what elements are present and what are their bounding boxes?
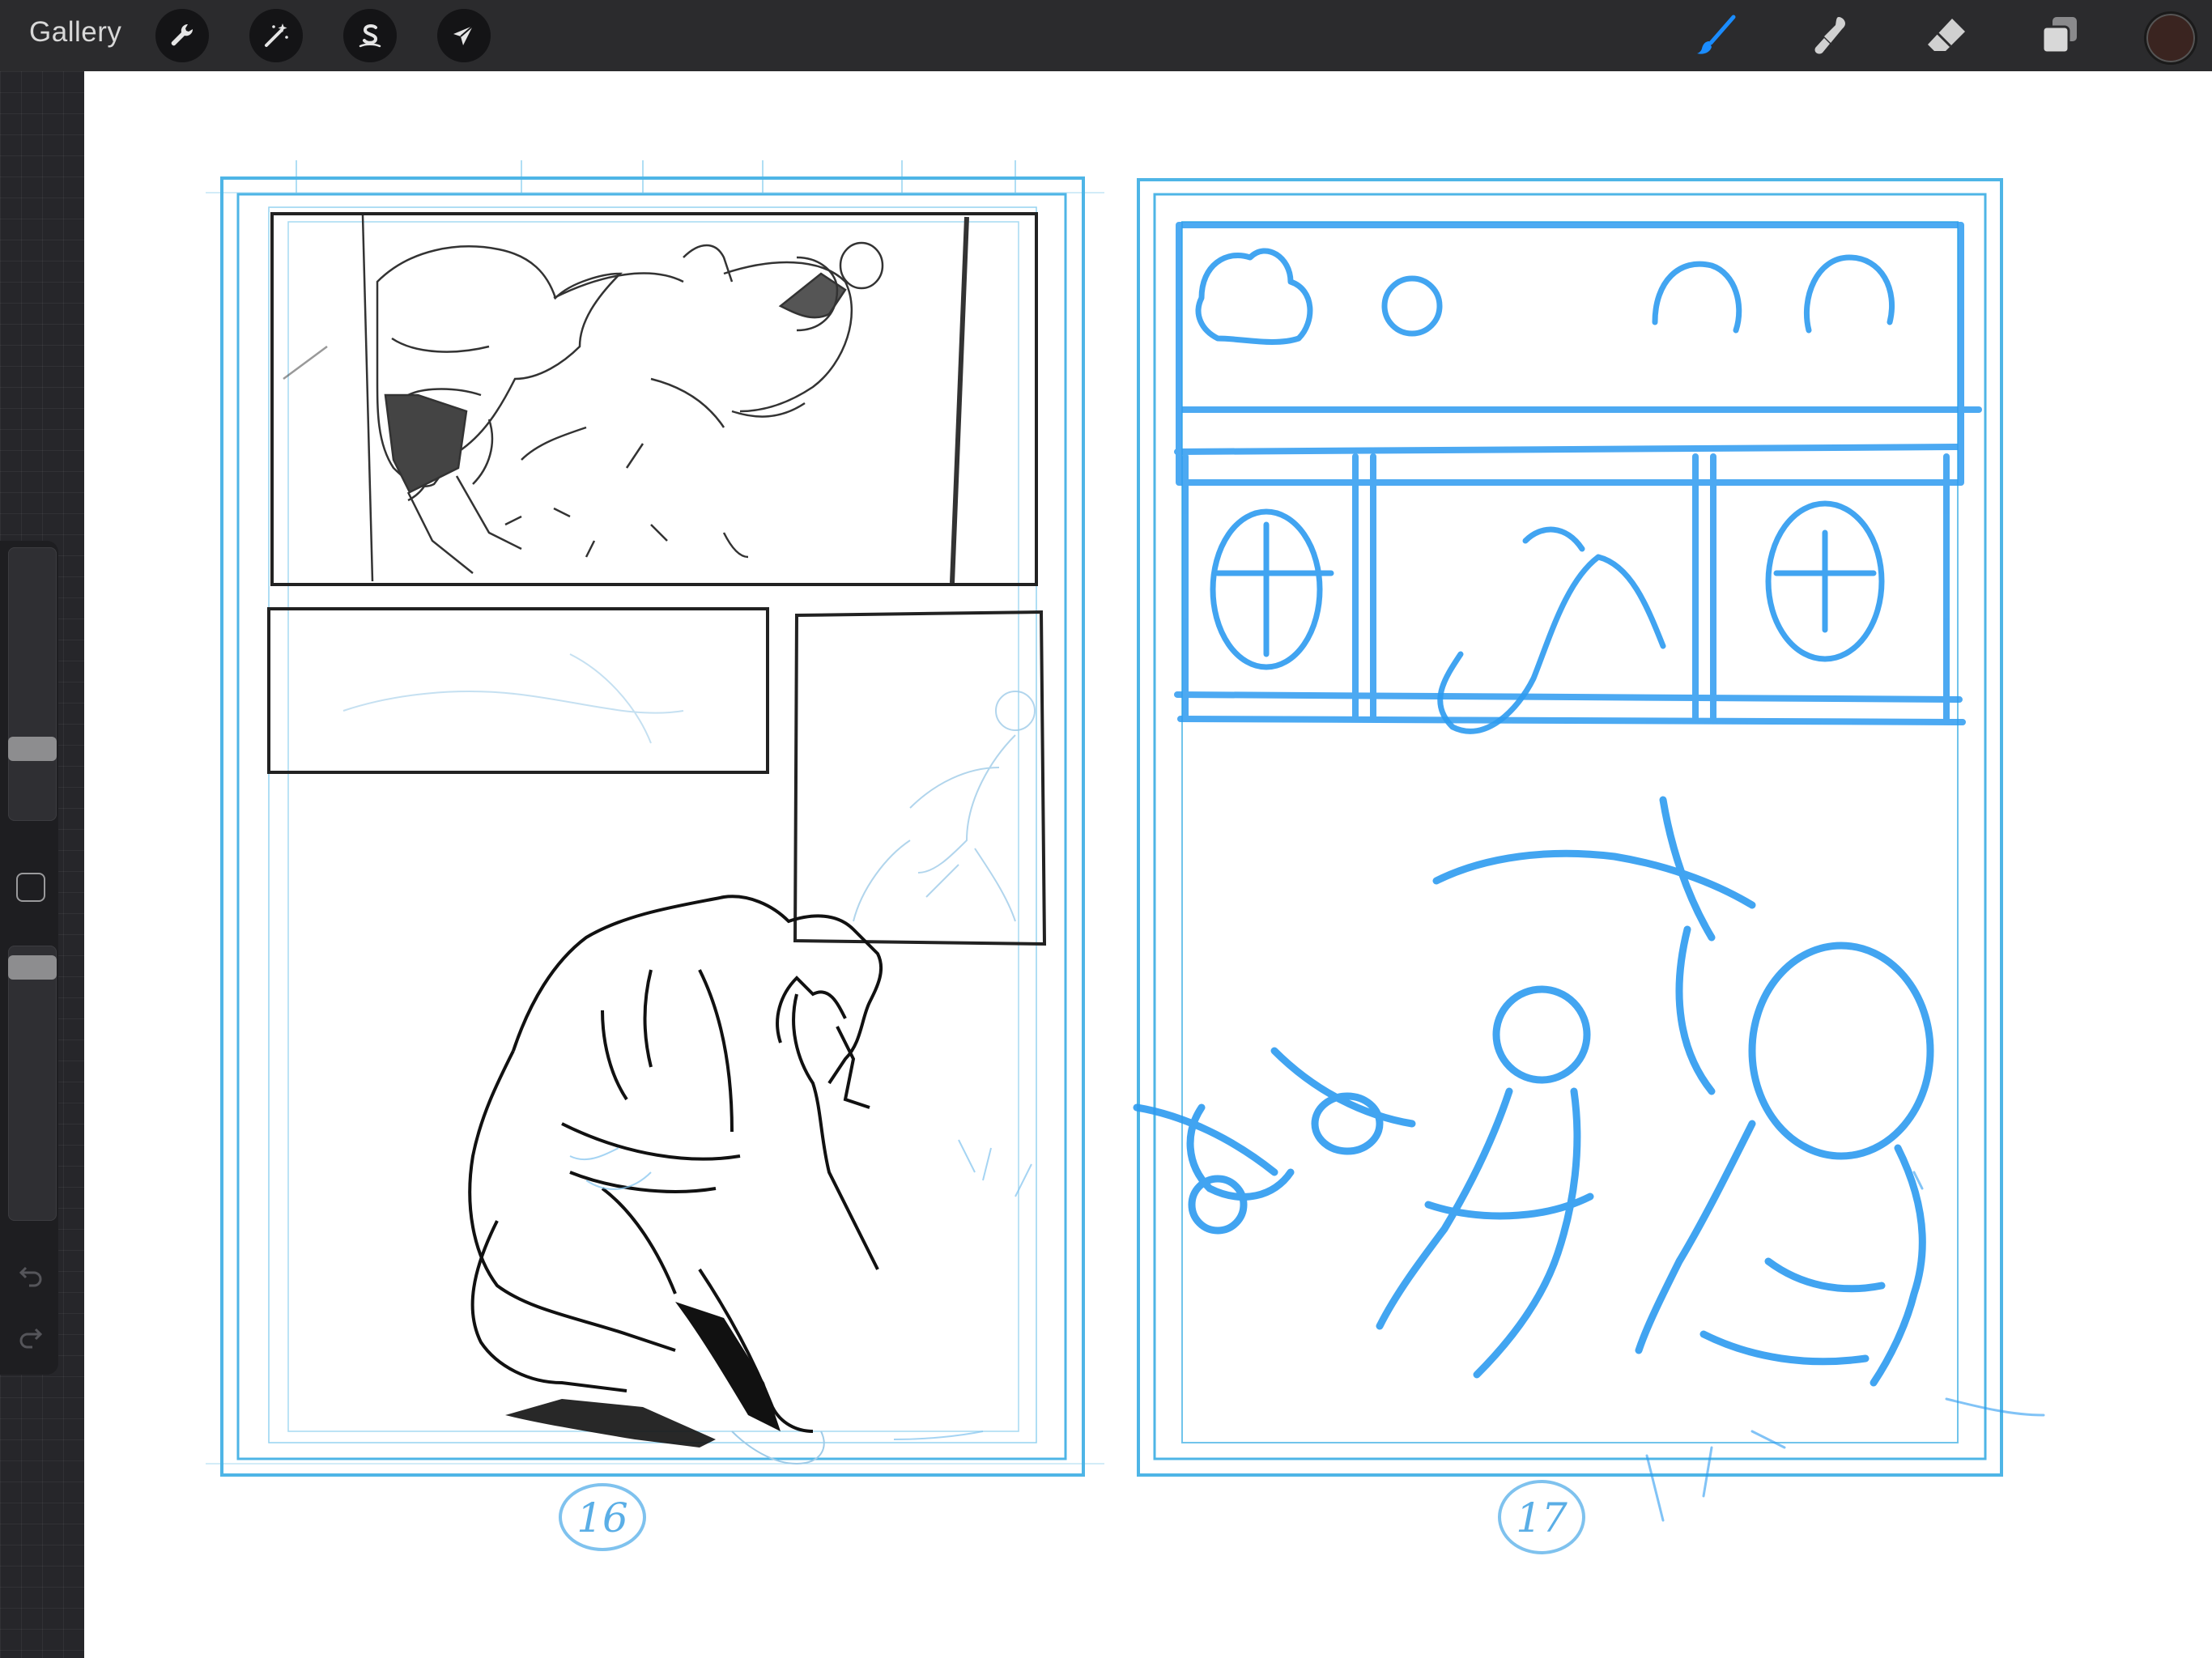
page-number-17: 17 — [1498, 1480, 1585, 1554]
selection-s-icon[interactable] — [343, 9, 397, 62]
brush-size-slider[interactable] — [8, 547, 57, 821]
panel-3 — [793, 610, 1047, 946]
brush-size-thumb[interactable] — [8, 737, 57, 761]
drawing-canvas[interactable]: 16 17 — [84, 71, 2212, 1658]
opacity-slider[interactable] — [8, 946, 57, 1221]
arrow-cursor-icon[interactable] — [437, 9, 491, 62]
magic-wand-icon[interactable] — [249, 9, 303, 62]
left-sidebar — [0, 71, 84, 1658]
panel-1-artwork — [283, 215, 969, 584]
page-number-16: 16 — [559, 1483, 646, 1551]
eraser-icon[interactable] — [1921, 10, 1972, 62]
current-color-swatch[interactable] — [2144, 11, 2197, 65]
gallery-button[interactable]: Gallery — [29, 16, 121, 49]
top-toolbar: Gallery — [0, 0, 2212, 71]
modify-button[interactable] — [16, 873, 45, 902]
redo-icon[interactable] — [15, 1320, 47, 1352]
smudge-icon[interactable] — [1806, 10, 1857, 62]
layers-icon[interactable] — [2034, 10, 2086, 62]
undo-icon[interactable] — [15, 1258, 47, 1290]
wrench-icon[interactable] — [155, 9, 209, 62]
page-17 — [1133, 178, 2045, 1522]
svg-text:17: 17 — [1516, 1494, 1568, 1541]
panel-2 — [267, 607, 769, 774]
opacity-thumb[interactable] — [8, 955, 57, 980]
brush-icon[interactable] — [1691, 10, 1742, 62]
sidebar-panel — [0, 541, 58, 1375]
page-16 — [206, 160, 1104, 1477]
rough-sketch — [1133, 222, 2045, 1522]
kneeling-figure-artwork — [468, 895, 883, 1433]
svg-text:16: 16 — [576, 1494, 628, 1541]
